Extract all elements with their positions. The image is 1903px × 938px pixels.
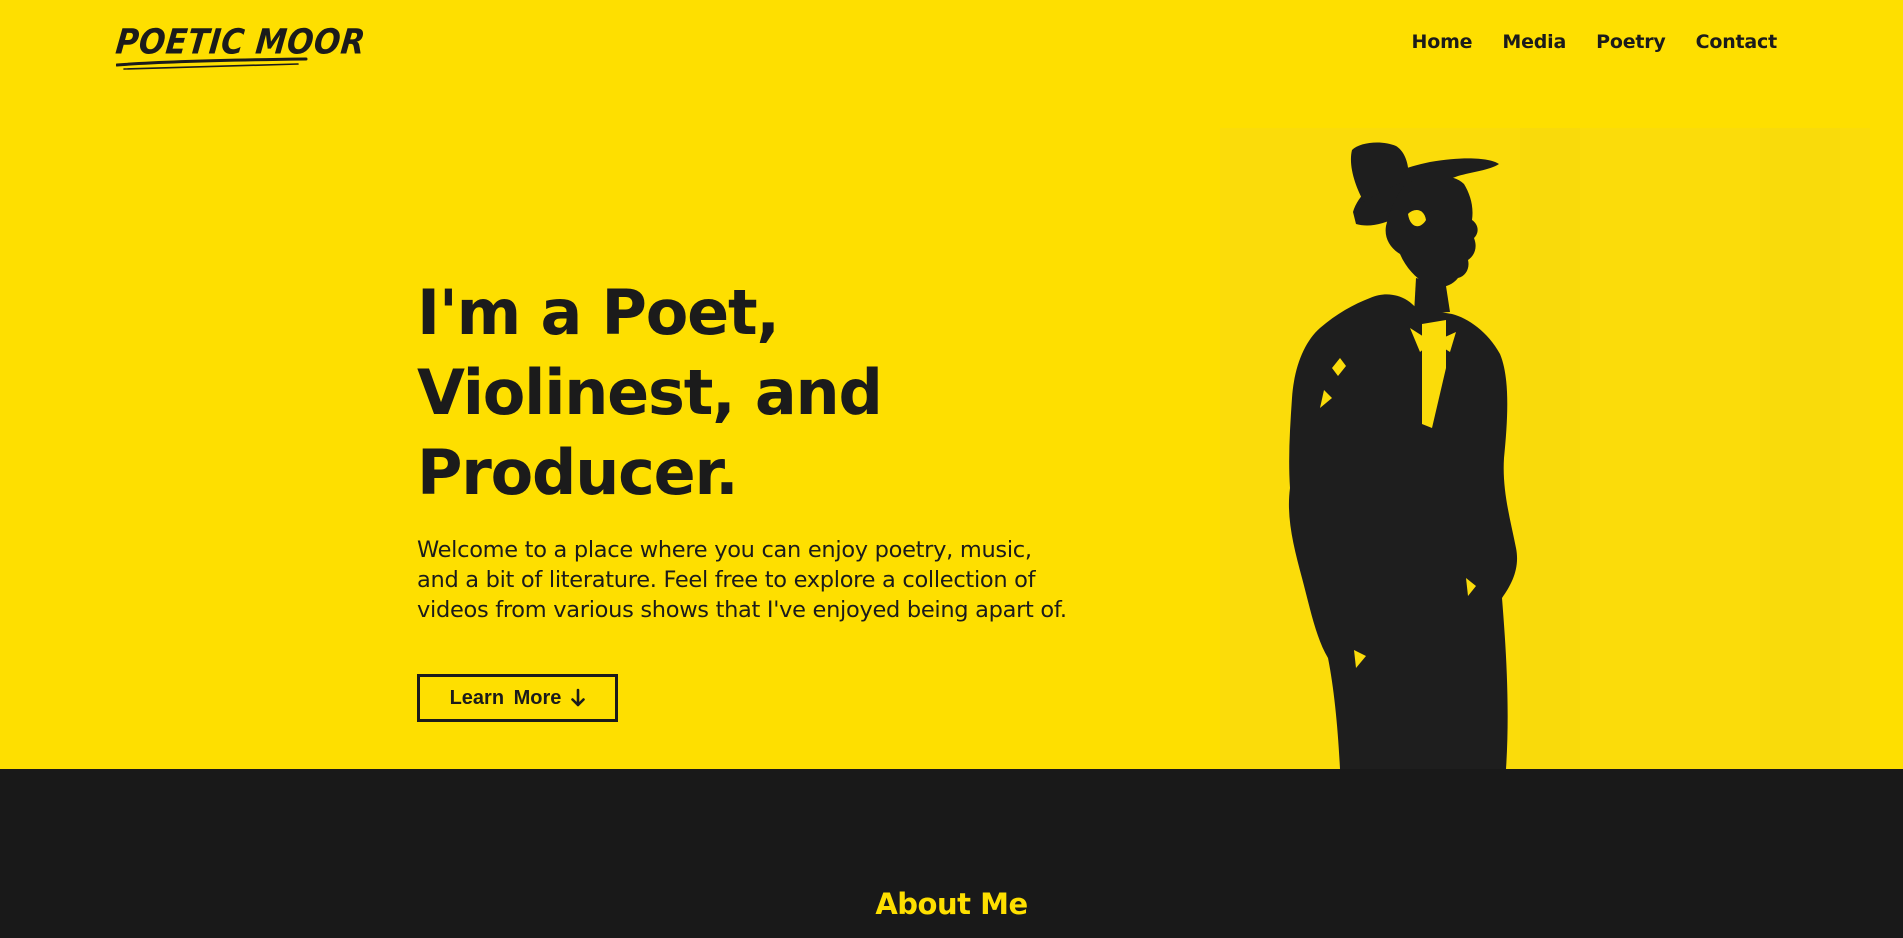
- logo[interactable]: POETIC MOOR: [114, 20, 367, 72]
- main-nav: Home Media Poetry Contact: [1412, 31, 1778, 53]
- nav-media[interactable]: Media: [1502, 31, 1566, 53]
- hero-heading: I'm a Poet, Violinest, and Producer.: [417, 276, 883, 509]
- arrow-down-icon: [571, 688, 586, 708]
- hero-text: I'm a Poet, Violinest, and Producer. Wel…: [417, 273, 1077, 625]
- page: I'm a Poet, Violinest, and Producer. Wel…: [0, 0, 1903, 938]
- man-silhouette-icon: [1220, 128, 1870, 769]
- about-section: About Me: [0, 769, 1903, 938]
- logo-underline-icon: [116, 57, 308, 70]
- site-header: POETIC MOOR Home Media Poetry Contact: [0, 0, 1903, 90]
- nav-poetry[interactable]: Poetry: [1596, 31, 1666, 53]
- hero-section: I'm a Poet, Violinest, and Producer. Wel…: [0, 0, 1903, 769]
- nav-contact[interactable]: Contact: [1696, 31, 1778, 53]
- hero-image: [1220, 128, 1870, 769]
- nav-home[interactable]: Home: [1412, 31, 1473, 53]
- learn-more-label: Learn More: [449, 686, 562, 709]
- about-title: About Me: [875, 887, 1028, 921]
- learn-more-button[interactable]: Learn More: [417, 674, 618, 722]
- hero-description: Welcome to a place where you can enjoy p…: [417, 537, 1067, 623]
